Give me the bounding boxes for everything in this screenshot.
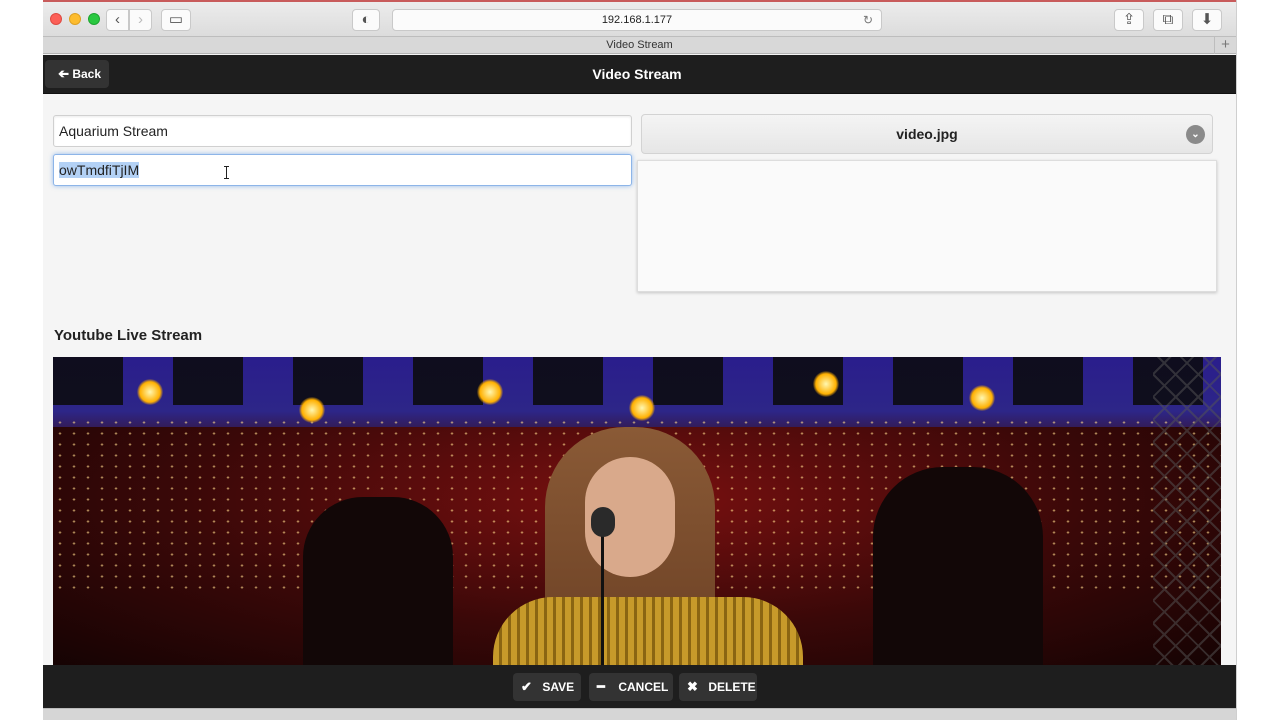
desktop-left-edge <box>0 0 43 720</box>
stage-light <box>299 397 325 423</box>
new-tab-icon[interactable]: + <box>1214 37 1236 54</box>
close-icon: ✖ <box>687 679 698 694</box>
back-icon[interactable]: ‹ <box>106 9 129 31</box>
tabs-overview-icon[interactable]: ⧉ <box>1153 9 1183 31</box>
youtube-id-value: owTmdfiTjIM <box>59 162 140 178</box>
screen: ‹ › ▭ ◐ 192.168.1.177 ↻ ⇪ ⧉ ⬇ Video Stre… <box>0 0 1280 720</box>
download-icon[interactable]: ⬇ <box>1192 9 1222 31</box>
maximize-window-button[interactable] <box>88 13 100 25</box>
page-title: Video Stream <box>592 66 682 82</box>
share-icon[interactable]: ⇪ <box>1114 9 1144 31</box>
forward-icon[interactable]: › <box>129 9 152 31</box>
stream-name-input[interactable]: Aquarium Stream <box>53 115 632 147</box>
youtube-id-input[interactable]: owTmdfiTjIM <box>53 154 632 186</box>
save-button[interactable]: ✔ SAVE <box>513 673 581 701</box>
minimize-window-button[interactable] <box>69 13 81 25</box>
video-mic-stand <box>601 532 604 667</box>
browser-toolbar: ‹ › ▭ ◐ 192.168.1.177 ↻ ⇪ ⧉ ⬇ <box>43 0 1236 36</box>
image-select[interactable]: video.jpg ⌄ <box>641 114 1213 154</box>
sidebar-icon[interactable]: ▭ <box>161 9 191 31</box>
video-microphone <box>591 507 615 537</box>
video-musician-left <box>303 497 453 667</box>
back-button-label: Back <box>72 67 102 81</box>
address-bar[interactable]: 192.168.1.177 ↻ <box>392 9 882 31</box>
stage-light <box>477 379 503 405</box>
video-musician-right <box>873 467 1043 667</box>
tab-bar: Video Stream + <box>43 36 1236 54</box>
video-player[interactable] <box>53 357 1221 667</box>
minus-icon: ━ <box>597 679 605 694</box>
stage-light <box>137 379 163 405</box>
stage-light <box>969 385 995 411</box>
back-button[interactable]: ➔ Back <box>45 60 109 88</box>
close-window-button[interactable] <box>50 13 62 25</box>
section-title: Youtube Live Stream <box>54 327 203 344</box>
tab-video-stream[interactable]: Video Stream <box>606 39 672 51</box>
action-bar: ✔ SAVE ━ CANCEL ✖ DELETE <box>43 665 1236 708</box>
save-button-label: SAVE <box>542 680 575 694</box>
reload-icon[interactable]: ↻ <box>863 10 873 30</box>
privacy-icon[interactable]: ◐ <box>352 9 380 31</box>
check-icon: ✔ <box>521 679 532 694</box>
chevron-down-icon: ⌄ <box>1186 125 1205 144</box>
delete-button-label: DELETE <box>708 680 756 694</box>
stage-light <box>813 371 839 397</box>
video-singer-body <box>493 597 803 667</box>
video-truss-tower <box>1153 357 1221 667</box>
arrow-left-icon: ➔ <box>58 66 69 81</box>
image-preview <box>637 160 1217 292</box>
browser-window: ‹ › ▭ ◐ 192.168.1.177 ↻ ⇪ ⧉ ⬇ Video Stre… <box>43 0 1236 720</box>
delete-button[interactable]: ✖ DELETE <box>679 673 757 701</box>
browser-status-strip <box>43 708 1236 720</box>
desktop-right-edge <box>1236 0 1280 720</box>
url-text: 192.168.1.177 <box>601 14 673 26</box>
text-cursor-icon <box>224 166 229 179</box>
app-header: Video Stream ➔ Back <box>43 55 1236 94</box>
cancel-button[interactable]: ━ CANCEL <box>589 673 673 701</box>
cancel-button-label: CANCEL <box>618 680 669 694</box>
stage-light <box>629 395 655 421</box>
image-select-value: video.jpg <box>896 126 958 142</box>
stream-name-value: Aquarium Stream <box>59 123 168 139</box>
